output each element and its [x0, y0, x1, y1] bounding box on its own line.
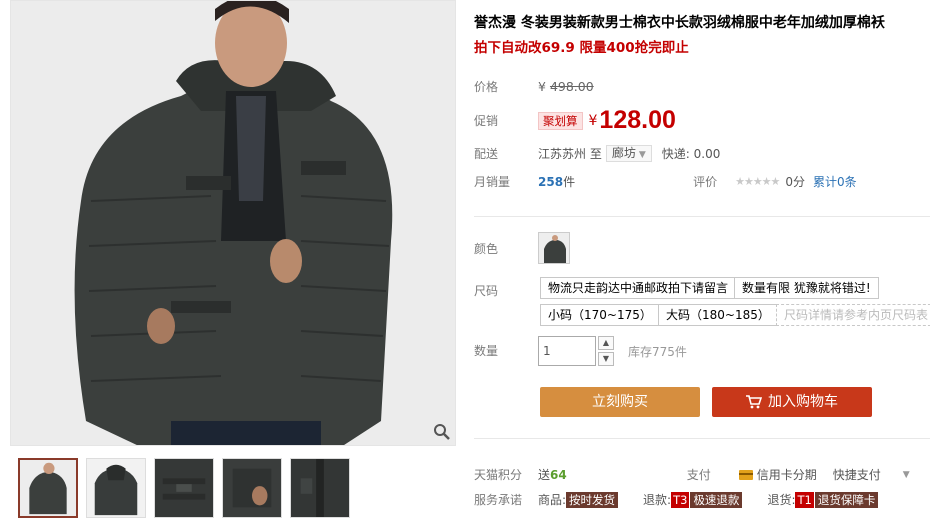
size-label: 尺码 — [474, 284, 499, 298]
service-label: 服务承诺 — [474, 493, 523, 507]
shipping-label: 配送 — [474, 147, 499, 161]
size-option-large[interactable]: 大码（180~185） — [658, 304, 778, 326]
color-swatch[interactable] — [538, 232, 570, 264]
promotion-price: 128.00 — [599, 106, 676, 134]
return-t-badge: T1 — [795, 491, 814, 508]
thumbnail-5[interactable] — [290, 458, 350, 518]
shipping-row: 配送 江苏苏州 至 廊坊 ▼ 快递: 0.00 — [474, 145, 720, 162]
size-option-1[interactable]: 物流只走韵达中通邮政拍下请留言 — [540, 277, 737, 299]
juhuasuan-badge: 聚划算 — [538, 111, 583, 130]
jacket-model-photo — [11, 1, 455, 445]
zoom-icon[interactable] — [433, 423, 451, 441]
product-main-image[interactable] — [10, 0, 456, 446]
sales-unit: 件 — [563, 175, 576, 189]
size-label-row: 尺码 — [474, 282, 538, 299]
points-give: 送 — [538, 468, 551, 482]
service-row: 服务承诺 商品: 按时发货 退款: T3 极速退款 退货: T1 退货保障卡 — [474, 491, 879, 508]
rating-label: 评价 — [693, 175, 718, 189]
shipping-from: 江苏苏州 至 — [538, 147, 602, 161]
quick-pay[interactable]: 快捷支付 — [833, 466, 881, 483]
price-row: 价格 ¥ 498.00 — [474, 78, 594, 95]
price-label: 价格 — [474, 80, 499, 94]
credit-installment[interactable]: 信用卡分期 — [757, 466, 817, 483]
thumbnail-1[interactable] — [18, 458, 78, 518]
review-count-link[interactable]: 累计0条 — [813, 173, 857, 190]
divider — [474, 216, 930, 217]
size-option-2[interactable]: 数量有限 犹豫就将错过! — [734, 277, 879, 299]
promotion-label: 促销 — [474, 114, 499, 128]
points-row: 天猫积分 送 64 支付 信用卡分期 快捷支付 ▼ — [474, 466, 910, 483]
stock-count: 库存775件 — [628, 344, 687, 359]
thumbnail-2[interactable] — [86, 458, 146, 518]
quantity-stepper: ▲ ▼ — [598, 336, 614, 366]
thumbnail-4[interactable] — [222, 458, 282, 518]
on-time-delivery-tag[interactable]: 按时发货 — [566, 491, 619, 508]
original-price: 498.00 — [549, 79, 594, 94]
sales-count: 258 — [538, 174, 564, 189]
promotion-row: 促销 聚划算 ¥ 128.00 — [474, 106, 676, 135]
quantity-label: 数量 — [474, 344, 499, 358]
size-chart-hint: 尺码详情请参考内页尺码表 — [776, 304, 930, 326]
quantity-input[interactable] — [538, 336, 596, 366]
color-row: 颜色 — [474, 232, 570, 264]
promotion-currency: ¥ — [588, 112, 598, 129]
color-label: 颜色 — [474, 241, 499, 256]
points-amount: 64 — [550, 467, 567, 482]
size-option-small[interactable]: 小码（170~175） — [540, 304, 660, 326]
points-label: 天猫积分 — [474, 468, 523, 482]
rating-score: 0分 — [785, 175, 806, 189]
product-gallery — [10, 0, 456, 525]
add-to-cart-label: 加入购物车 — [768, 394, 838, 410]
increment-button[interactable]: ▲ — [598, 336, 614, 350]
product-title: 誉杰漫 冬装男装新款男士棉衣中长款羽绒棉服中老年加绒加厚棉袄 — [474, 15, 885, 31]
chevron-down-icon: ▼ — [638, 150, 646, 160]
price-currency: ¥ — [538, 79, 546, 94]
return-label: 退货: — [767, 493, 796, 507]
buy-now-button[interactable]: 立刻购买 — [540, 387, 700, 417]
refund-t-badge: T3 — [671, 491, 690, 508]
chevron-down-icon[interactable]: ▼ — [903, 470, 910, 480]
destination-select[interactable]: 廊坊 ▼ — [605, 145, 652, 162]
product-info: 誉杰漫 冬装男装新款男士棉衣中长款羽绒棉服中老年加绒加厚棉袄 拍下自动改69.9… — [474, 0, 930, 525]
sales-row: 月销量 258 件 评价 ★★★★★ 0分 累计0条 — [474, 173, 857, 190]
promo-note: 拍下自动改69.9 限量400抢完即止 — [474, 40, 689, 56]
thumbnail-strip — [18, 458, 350, 518]
cart-icon — [746, 395, 762, 409]
goods-label: 商品: — [538, 493, 567, 507]
refund-label: 退款: — [643, 493, 672, 507]
shipping-fee: 快递: 0.00 — [661, 147, 721, 161]
destination-value: 廊坊 — [611, 146, 636, 160]
payment-label: 支付 — [686, 468, 711, 482]
fast-refund-tag[interactable]: 极速退款 — [690, 491, 743, 508]
return-guarantee-tag[interactable]: 退货保障卡 — [814, 491, 879, 508]
quantity-row: 数量 ▲ ▼ 库存775件 — [474, 336, 687, 366]
add-to-cart-button[interactable]: 加入购物车 — [712, 387, 872, 417]
decrement-button[interactable]: ▼ — [598, 352, 614, 366]
rating-stars: ★★★★★ — [735, 175, 780, 188]
sales-label: 月销量 — [474, 175, 511, 189]
divider — [474, 438, 930, 439]
credit-card-icon — [738, 469, 753, 480]
thumbnail-3[interactable] — [154, 458, 214, 518]
